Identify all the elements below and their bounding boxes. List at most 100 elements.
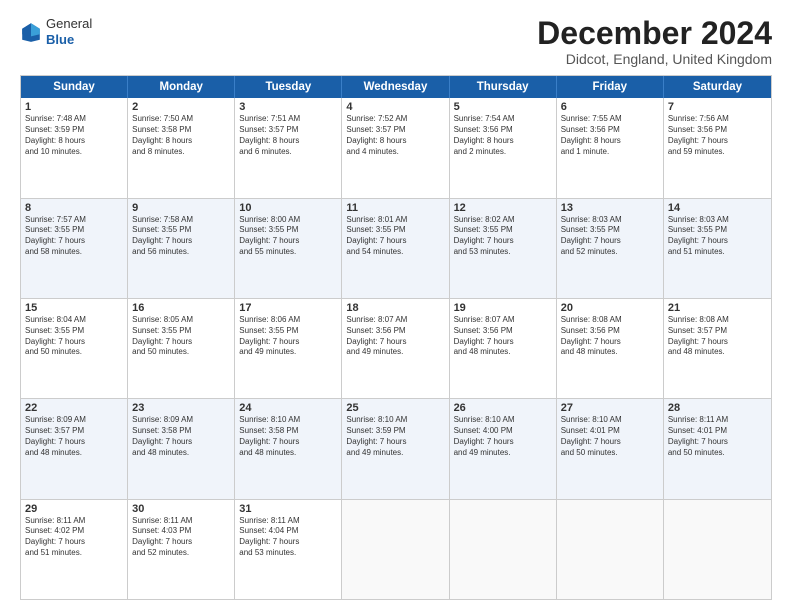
day-cell-21: 21Sunrise: 8:08 AMSunset: 3:57 PMDayligh… bbox=[664, 299, 771, 398]
day-cell-30: 30Sunrise: 8:11 AMSunset: 4:03 PMDayligh… bbox=[128, 500, 235, 599]
day-number: 18 bbox=[346, 302, 444, 314]
day-number: 11 bbox=[346, 202, 444, 214]
day-cell-24: 24Sunrise: 8:10 AMSunset: 3:58 PMDayligh… bbox=[235, 399, 342, 498]
cell-content: Sunrise: 8:11 AMSunset: 4:02 PMDaylight:… bbox=[25, 516, 123, 559]
empty-cell bbox=[664, 500, 771, 599]
logo-text: General Blue bbox=[46, 16, 92, 47]
cell-content: Sunrise: 8:11 AMSunset: 4:03 PMDaylight:… bbox=[132, 516, 230, 559]
day-cell-1: 1Sunrise: 7:48 AMSunset: 3:59 PMDaylight… bbox=[21, 98, 128, 197]
day-cell-19: 19Sunrise: 8:07 AMSunset: 3:56 PMDayligh… bbox=[450, 299, 557, 398]
day-number: 22 bbox=[25, 402, 123, 414]
cell-content: Sunrise: 7:52 AMSunset: 3:57 PMDaylight:… bbox=[346, 114, 444, 157]
day-number: 28 bbox=[668, 402, 767, 414]
day-cell-14: 14Sunrise: 8:03 AMSunset: 3:55 PMDayligh… bbox=[664, 199, 771, 298]
day-cell-11: 11Sunrise: 8:01 AMSunset: 3:55 PMDayligh… bbox=[342, 199, 449, 298]
day-cell-17: 17Sunrise: 8:06 AMSunset: 3:55 PMDayligh… bbox=[235, 299, 342, 398]
day-cell-7: 7Sunrise: 7:56 AMSunset: 3:56 PMDaylight… bbox=[664, 98, 771, 197]
day-number: 21 bbox=[668, 302, 767, 314]
day-cell-2: 2Sunrise: 7:50 AMSunset: 3:58 PMDaylight… bbox=[128, 98, 235, 197]
cell-content: Sunrise: 8:08 AMSunset: 3:57 PMDaylight:… bbox=[668, 315, 767, 358]
cell-content: Sunrise: 8:06 AMSunset: 3:55 PMDaylight:… bbox=[239, 315, 337, 358]
cell-content: Sunrise: 8:11 AMSunset: 4:01 PMDaylight:… bbox=[668, 415, 767, 458]
day-cell-20: 20Sunrise: 8:08 AMSunset: 3:56 PMDayligh… bbox=[557, 299, 664, 398]
day-cell-9: 9Sunrise: 7:58 AMSunset: 3:55 PMDaylight… bbox=[128, 199, 235, 298]
day-cell-10: 10Sunrise: 8:00 AMSunset: 3:55 PMDayligh… bbox=[235, 199, 342, 298]
subtitle: Didcot, England, United Kingdom bbox=[537, 51, 772, 67]
cell-content: Sunrise: 7:57 AMSunset: 3:55 PMDaylight:… bbox=[25, 215, 123, 258]
day-number: 14 bbox=[668, 202, 767, 214]
cell-content: Sunrise: 8:03 AMSunset: 3:55 PMDaylight:… bbox=[561, 215, 659, 258]
day-number: 26 bbox=[454, 402, 552, 414]
day-cell-25: 25Sunrise: 8:10 AMSunset: 3:59 PMDayligh… bbox=[342, 399, 449, 498]
day-number: 16 bbox=[132, 302, 230, 314]
header-cell-thursday: Thursday bbox=[450, 76, 557, 98]
day-cell-31: 31Sunrise: 8:11 AMSunset: 4:04 PMDayligh… bbox=[235, 500, 342, 599]
title-block: December 2024 Didcot, England, United Ki… bbox=[537, 16, 772, 67]
day-cell-12: 12Sunrise: 8:02 AMSunset: 3:55 PMDayligh… bbox=[450, 199, 557, 298]
header-cell-wednesday: Wednesday bbox=[342, 76, 449, 98]
day-number: 6 bbox=[561, 101, 659, 113]
day-number: 15 bbox=[25, 302, 123, 314]
day-number: 7 bbox=[668, 101, 767, 113]
cell-content: Sunrise: 7:58 AMSunset: 3:55 PMDaylight:… bbox=[132, 215, 230, 258]
header-cell-sunday: Sunday bbox=[21, 76, 128, 98]
calendar-row-5: 29Sunrise: 8:11 AMSunset: 4:02 PMDayligh… bbox=[21, 499, 771, 599]
month-title: December 2024 bbox=[537, 16, 772, 51]
day-number: 10 bbox=[239, 202, 337, 214]
cell-content: Sunrise: 8:10 AMSunset: 3:58 PMDaylight:… bbox=[239, 415, 337, 458]
cell-content: Sunrise: 8:03 AMSunset: 3:55 PMDaylight:… bbox=[668, 215, 767, 258]
cell-content: Sunrise: 8:07 AMSunset: 3:56 PMDaylight:… bbox=[454, 315, 552, 358]
day-cell-27: 27Sunrise: 8:10 AMSunset: 4:01 PMDayligh… bbox=[557, 399, 664, 498]
calendar-row-2: 8Sunrise: 7:57 AMSunset: 3:55 PMDaylight… bbox=[21, 198, 771, 298]
day-number: 5 bbox=[454, 101, 552, 113]
day-number: 8 bbox=[25, 202, 123, 214]
cell-content: Sunrise: 8:02 AMSunset: 3:55 PMDaylight:… bbox=[454, 215, 552, 258]
cell-content: Sunrise: 7:55 AMSunset: 3:56 PMDaylight:… bbox=[561, 114, 659, 157]
empty-cell bbox=[450, 500, 557, 599]
day-cell-13: 13Sunrise: 8:03 AMSunset: 3:55 PMDayligh… bbox=[557, 199, 664, 298]
day-number: 12 bbox=[454, 202, 552, 214]
day-cell-18: 18Sunrise: 8:07 AMSunset: 3:56 PMDayligh… bbox=[342, 299, 449, 398]
day-number: 2 bbox=[132, 101, 230, 113]
calendar-row-3: 15Sunrise: 8:04 AMSunset: 3:55 PMDayligh… bbox=[21, 298, 771, 398]
day-cell-23: 23Sunrise: 8:09 AMSunset: 3:58 PMDayligh… bbox=[128, 399, 235, 498]
cell-content: Sunrise: 8:05 AMSunset: 3:55 PMDaylight:… bbox=[132, 315, 230, 358]
header: General Blue December 2024 Didcot, Engla… bbox=[20, 16, 772, 67]
day-cell-29: 29Sunrise: 8:11 AMSunset: 4:02 PMDayligh… bbox=[21, 500, 128, 599]
cell-content: Sunrise: 7:54 AMSunset: 3:56 PMDaylight:… bbox=[454, 114, 552, 157]
logo-icon bbox=[20, 21, 42, 43]
cell-content: Sunrise: 7:48 AMSunset: 3:59 PMDaylight:… bbox=[25, 114, 123, 157]
cell-content: Sunrise: 8:10 AMSunset: 4:00 PMDaylight:… bbox=[454, 415, 552, 458]
day-cell-26: 26Sunrise: 8:10 AMSunset: 4:00 PMDayligh… bbox=[450, 399, 557, 498]
cell-content: Sunrise: 7:56 AMSunset: 3:56 PMDaylight:… bbox=[668, 114, 767, 157]
calendar-row-1: 1Sunrise: 7:48 AMSunset: 3:59 PMDaylight… bbox=[21, 98, 771, 197]
day-cell-4: 4Sunrise: 7:52 AMSunset: 3:57 PMDaylight… bbox=[342, 98, 449, 197]
day-cell-22: 22Sunrise: 8:09 AMSunset: 3:57 PMDayligh… bbox=[21, 399, 128, 498]
cell-content: Sunrise: 7:50 AMSunset: 3:58 PMDaylight:… bbox=[132, 114, 230, 157]
cell-content: Sunrise: 8:00 AMSunset: 3:55 PMDaylight:… bbox=[239, 215, 337, 258]
day-number: 29 bbox=[25, 503, 123, 515]
calendar: SundayMondayTuesdayWednesdayThursdayFrid… bbox=[20, 75, 772, 600]
day-cell-8: 8Sunrise: 7:57 AMSunset: 3:55 PMDaylight… bbox=[21, 199, 128, 298]
day-cell-6: 6Sunrise: 7:55 AMSunset: 3:56 PMDaylight… bbox=[557, 98, 664, 197]
header-cell-monday: Monday bbox=[128, 76, 235, 98]
day-cell-15: 15Sunrise: 8:04 AMSunset: 3:55 PMDayligh… bbox=[21, 299, 128, 398]
day-number: 24 bbox=[239, 402, 337, 414]
day-cell-16: 16Sunrise: 8:05 AMSunset: 3:55 PMDayligh… bbox=[128, 299, 235, 398]
day-number: 4 bbox=[346, 101, 444, 113]
cell-content: Sunrise: 8:04 AMSunset: 3:55 PMDaylight:… bbox=[25, 315, 123, 358]
day-number: 17 bbox=[239, 302, 337, 314]
cell-content: Sunrise: 8:10 AMSunset: 4:01 PMDaylight:… bbox=[561, 415, 659, 458]
calendar-body: 1Sunrise: 7:48 AMSunset: 3:59 PMDaylight… bbox=[21, 98, 771, 599]
page: General Blue December 2024 Didcot, Engla… bbox=[0, 0, 792, 612]
day-cell-28: 28Sunrise: 8:11 AMSunset: 4:01 PMDayligh… bbox=[664, 399, 771, 498]
cell-content: Sunrise: 8:01 AMSunset: 3:55 PMDaylight:… bbox=[346, 215, 444, 258]
day-number: 27 bbox=[561, 402, 659, 414]
header-cell-tuesday: Tuesday bbox=[235, 76, 342, 98]
logo: General Blue bbox=[20, 16, 92, 47]
cell-content: Sunrise: 8:09 AMSunset: 3:57 PMDaylight:… bbox=[25, 415, 123, 458]
day-cell-3: 3Sunrise: 7:51 AMSunset: 3:57 PMDaylight… bbox=[235, 98, 342, 197]
calendar-header: SundayMondayTuesdayWednesdayThursdayFrid… bbox=[21, 76, 771, 98]
header-cell-friday: Friday bbox=[557, 76, 664, 98]
empty-cell bbox=[342, 500, 449, 599]
